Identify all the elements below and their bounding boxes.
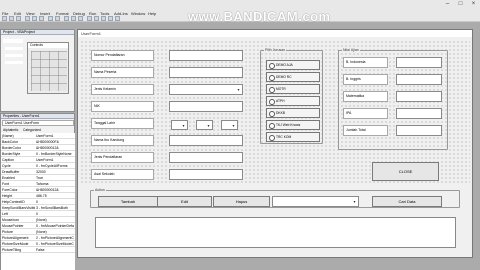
asal-sekolah-input[interactable] — [169, 169, 243, 180]
maximize-icon[interactable]: □ — [454, 0, 467, 9]
toolbox-controls-grid[interactable] — [31, 51, 67, 91]
object-select[interactable]: UserForm1 UserForm — [2, 120, 74, 126]
prop-value: False — [36, 248, 45, 252]
toolbox-title: Controls — [28, 43, 68, 48]
project-tree-item[interactable] — [5, 54, 23, 57]
properties-grid: (Name) UserForm1 BackColor &H8000000F& Bor… — [1, 133, 75, 270]
b-inggris-input[interactable] — [396, 74, 442, 85]
properties-panel-title: Properties - UserForm1 — [1, 114, 74, 119]
tambah-button[interactable]: Tambah — [98, 196, 158, 207]
jenis-pendaftaran-input[interactable] — [169, 152, 243, 163]
project-panel-title: Project - VBAProject — [1, 30, 74, 35]
label-tanggal-lahir: Tanggal Lahir — [91, 118, 154, 129]
nama-ibu-input[interactable] — [169, 135, 243, 146]
menu-window[interactable]: Window — [131, 11, 145, 16]
chevron-down-icon[interactable]: ▾ — [205, 121, 212, 129]
option-jurusan[interactable]: TKJ Web Knows — [266, 120, 320, 130]
close-button[interactable]: CLOSE — [372, 162, 439, 181]
chevron-down-icon[interactable]: ▾ — [230, 121, 237, 129]
pause-icon[interactable] — [71, 16, 76, 21]
hapus-button[interactable]: Hapus — [213, 196, 270, 207]
tahun-combo[interactable]: ▾ — [221, 120, 238, 130]
option-jurusan[interactable]: MOTR — [266, 84, 320, 94]
nilai-frame-caption: Nilai Ujian — [342, 48, 360, 52]
chevron-down-icon[interactable]: ▾ — [235, 85, 242, 94]
project-tree-item[interactable] — [5, 61, 23, 64]
userform-title: UserForm1 — [78, 30, 472, 37]
excel-icon[interactable] — [2, 16, 7, 21]
close-window-icon[interactable]: × — [467, 0, 480, 9]
label-ipa: IPA — [343, 108, 388, 119]
option-jurusan[interactable]: TRC KOM — [266, 132, 320, 142]
label-jumlah-total: Jumlah Total — [343, 125, 388, 136]
option-jurusan[interactable]: DEMO RC — [266, 72, 320, 82]
matematika-input[interactable] — [396, 91, 442, 102]
data-listbox[interactable] — [95, 217, 456, 248]
label-jenis-kelamin: Jenis Kelamin — [91, 84, 154, 95]
minimize-icon[interactable]: – — [441, 0, 454, 9]
aksi-frame-caption: Action — [94, 188, 106, 192]
toolbox-panel: Controls — [27, 42, 69, 94]
label-b-inggris: B. Inggris — [343, 74, 388, 85]
menu-help[interactable]: Help — [148, 11, 156, 16]
ipa-input[interactable] — [396, 108, 442, 119]
edit-button[interactable]: Edit — [157, 196, 212, 207]
prop-row[interactable]: PictureTiling False — [1, 247, 75, 253]
undo-icon[interactable] — [48, 16, 53, 21]
label-b-indonesia: B. Indonesia — [343, 57, 388, 68]
properties-icon[interactable] — [101, 16, 106, 21]
label-matematika: Matematika — [343, 91, 388, 102]
chevron-down-icon[interactable]: ▾ — [180, 121, 187, 129]
save-icon[interactable] — [16, 16, 21, 21]
tanggal-combo[interactable]: ▾ — [171, 120, 188, 130]
option-jurusan[interactable]: DKKB — [266, 108, 320, 118]
object-browser-icon[interactable] — [108, 16, 113, 21]
tab-categorized[interactable]: Categorized — [23, 128, 41, 132]
jumlah-total-input[interactable] — [396, 125, 442, 136]
stop-icon[interactable] — [78, 16, 83, 21]
nama-peserta-input[interactable] — [169, 67, 243, 78]
label-nama-ibu: Nama Ibu Kandung — [91, 135, 154, 146]
tab-alphabetic[interactable]: Alphabetic — [3, 128, 18, 132]
project-tree-item[interactable] — [5, 47, 23, 50]
option-jurusan[interactable]: ATPH — [266, 96, 320, 106]
redo-icon[interactable] — [55, 16, 60, 21]
label-nomor-pendaftaran: Nomor Pendaftaran — [91, 50, 154, 61]
design-mode-icon[interactable] — [87, 16, 92, 21]
cari-data-button[interactable]: Cari Data — [372, 196, 442, 207]
option-jurusan[interactable]: DEMO AJA — [266, 60, 320, 70]
label-jenis-pendaftaran: Jenis Pendaftaran — [91, 152, 154, 163]
project-tree[interactable] — [3, 39, 23, 43]
b-indonesia-input[interactable] — [396, 57, 442, 68]
chevron-down-icon[interactable]: ▾ — [351, 197, 358, 206]
jenis-kelamin-combo[interactable]: ▾ — [169, 84, 243, 95]
cari-combo[interactable]: ▾ — [272, 196, 359, 207]
prop-key: PictureTiling — [2, 248, 22, 252]
label-nik: NIK — [91, 101, 154, 112]
paste-icon[interactable] — [39, 16, 44, 21]
run-icon[interactable] — [64, 16, 69, 21]
bandicam-watermark: www.BANDICAM.com — [188, 9, 331, 24]
insert-icon[interactable] — [9, 16, 14, 21]
nik-input[interactable] — [169, 101, 243, 112]
properties-panel: Properties - UserForm1 UserForm1 UserFor… — [0, 113, 75, 270]
bulan-combo[interactable]: ▾ — [196, 120, 213, 130]
jurusan-frame: Pilih Jurusan DEMO AJA DEMO RC MOTR ATPH… — [260, 48, 323, 144]
label-nama-peserta: Nama Peserta — [91, 67, 154, 78]
copy-icon[interactable] — [32, 16, 37, 21]
cut-icon[interactable] — [25, 16, 30, 21]
toolbox-icon[interactable] — [115, 16, 120, 21]
jurusan-frame-caption: Pilih Jurusan — [264, 48, 287, 52]
project-explorer-icon[interactable] — [94, 16, 99, 21]
label-asal-sekolah: Asal Sekolah — [91, 169, 154, 180]
nomor-pendaftaran-input[interactable] — [169, 50, 243, 61]
